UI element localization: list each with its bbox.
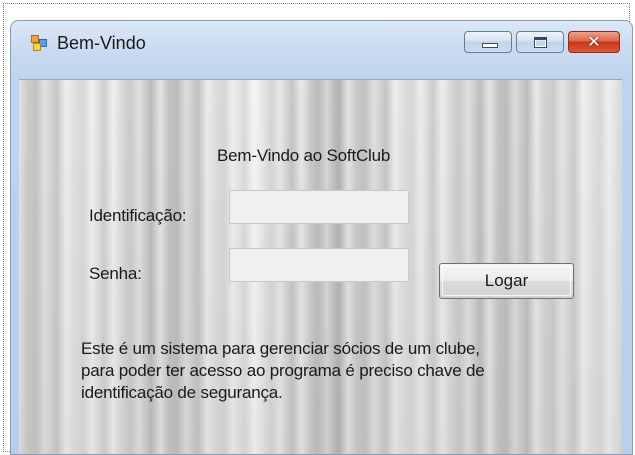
window-title: Bem-Vindo	[57, 33, 146, 53]
description-line: identificação de segurança.	[81, 383, 283, 402]
login-button[interactable]: Logar	[439, 263, 574, 299]
window-controls: ✕	[460, 31, 620, 55]
login-window: Bem-Vindo ✕ Bem-Vindo ao SoftClub Identi…	[10, 20, 633, 455]
close-icon: ✕	[587, 32, 601, 51]
welcome-heading: Bem-Vindo ao SoftClub	[217, 146, 391, 165]
title-bar[interactable]: Bem-Vindo ✕	[11, 21, 632, 57]
senha-label: Senha:	[89, 264, 142, 283]
login-button-label: Logar	[484, 271, 529, 290]
close-button[interactable]: ✕	[568, 31, 620, 53]
minimize-icon	[482, 43, 498, 48]
description-line: Este é um sistema para gerenciar sócios …	[81, 339, 480, 358]
form-client-area: Bem-Vindo ao SoftClub Identificação: Sen…	[19, 79, 622, 454]
senha-input[interactable]	[229, 248, 409, 282]
identificacao-label: Identificação:	[89, 206, 187, 225]
maximize-icon	[534, 37, 547, 48]
identificacao-input[interactable]	[229, 190, 409, 224]
maximize-button[interactable]	[516, 31, 564, 53]
app-icon[interactable]	[31, 35, 47, 51]
description-text: Este é um sistema para gerenciar sócios …	[81, 338, 581, 404]
description-line: para poder ter acesso ao programa é prec…	[81, 361, 485, 380]
minimize-button[interactable]	[464, 31, 512, 53]
